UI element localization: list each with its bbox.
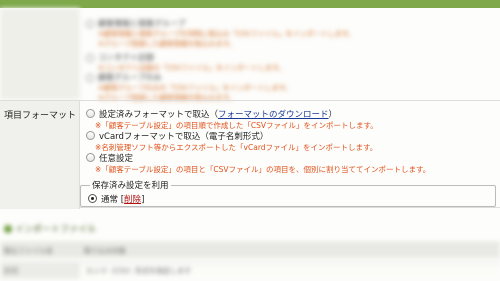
radio-icon[interactable]: [86, 19, 94, 28]
saved-setting-normal[interactable]: 通常 [削除]: [88, 193, 144, 205]
section-bullet-icon: [4, 225, 12, 233]
radio-icon[interactable]: [86, 73, 94, 82]
import-file-section: インポートファイル 取込ファイル名 取り込み対象 区切 カンマ（CSV）形式を指…: [0, 212, 500, 281]
saved-settings-legend: 保存済み設定を利用: [90, 179, 171, 191]
upper-option-note: ※顧客情報と個客グループを同時に取込み「CSVファイル」をインポートします。: [98, 30, 355, 38]
delimiter-row: 区切 カンマ（CSV）形式を指定します: [0, 262, 500, 279]
upper-option-3[interactable]: 顧客グループのみ ※顧客グループのみの「CSVファイル」をインポートします。 ※…: [86, 72, 292, 103]
bracket-close: ]: [141, 195, 145, 205]
format-download-link[interactable]: フォーマットのダウンロード: [218, 110, 329, 120]
radio-checked-icon[interactable]: [88, 194, 97, 203]
row-value[interactable]: カンマ（CSV）形式を指定します: [86, 266, 191, 276]
radio-icon[interactable]: [86, 109, 95, 118]
option-custom-note: ※「顧客テーブル設定」の項目と「CSVファイル」の項目を、個別に割り当ててインポ…: [95, 165, 431, 174]
option-saved-format-label: 設定済みフォーマットで取込（: [99, 110, 219, 120]
row-label: 区切: [4, 267, 18, 275]
import-file-row: 取込ファイル名 取り込み対象: [0, 242, 500, 258]
radio-icon[interactable]: [86, 131, 95, 140]
upper-option-2[interactable]: コンタクト記録 ※コンタクト記録の「CSVファイル」をインポートします。: [86, 52, 285, 73]
upper-label-cell: [0, 8, 80, 100]
upper-option-label: コンタクト記録: [98, 53, 154, 62]
row-label: 取込ファイル名: [4, 247, 53, 255]
upper-option-note2: ※グループ登録した顧客情報を取込みます。: [98, 40, 236, 48]
import-file-title: インポートファイル: [4, 222, 96, 235]
radio-icon[interactable]: [86, 153, 95, 162]
row-value: 取り込み対象: [84, 247, 126, 255]
upper-option-note: ※顧客グループのみの「CSVファイル」をインポートします。: [98, 84, 292, 92]
option-custom-label: 任意設定: [99, 154, 134, 164]
option-vcard-note: ※名刺管理ソフト等からエクスポートした「vCardファイル」をインポートします。: [95, 143, 378, 152]
upper-option-1[interactable]: 顧客情報と個客グループ ※顧客情報と個客グループを同時に取込み「CSVファイル」…: [86, 18, 355, 49]
delete-setting-link[interactable]: 削除: [124, 195, 141, 205]
top-accent-bar: [0, 0, 500, 8]
import-file-title-text: インポートファイル: [15, 225, 97, 235]
upper-option-label: 顧客情報と個客グループ: [98, 19, 186, 28]
option-custom[interactable]: 任意設定: [86, 152, 133, 164]
option-vcard-format[interactable]: vCardフォーマットで取込（電子名刺形式）: [86, 130, 268, 142]
option-saved-format[interactable]: 設定済みフォーマットで取込（フォーマットのダウンロード）: [86, 108, 337, 120]
upper-options-section: 顧客情報と個客グループ ※顧客情報と個客グループを同時に取込み「CSVファイル」…: [0, 8, 500, 103]
upper-option-label: 顧客グループのみ: [98, 73, 162, 82]
option-saved-format-suffix: ）: [328, 110, 338, 120]
radio-icon[interactable]: [86, 53, 94, 62]
option-vcard-label: vCardフォーマットで取込（電子名刺形式）: [99, 132, 269, 142]
format-label: 項目フォーマット: [4, 111, 77, 121]
saved-setting-label: 通常: [101, 195, 119, 205]
format-label-cell: 項目フォーマット: [0, 101, 80, 209]
